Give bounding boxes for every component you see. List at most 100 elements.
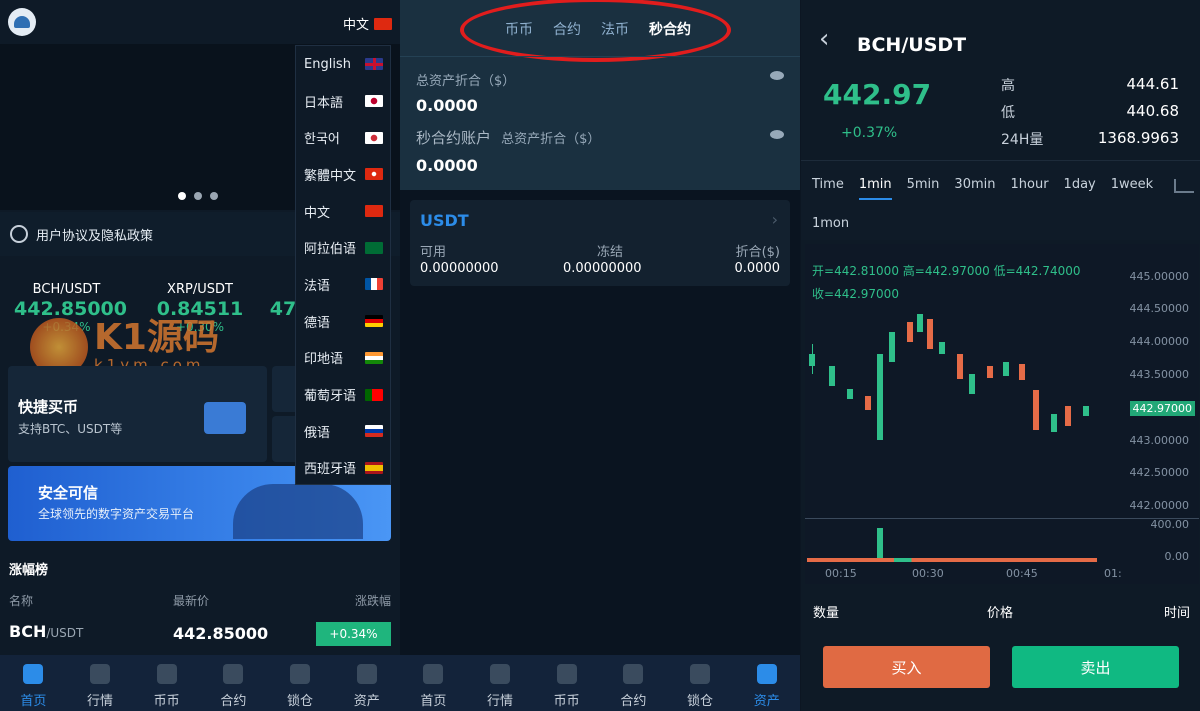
quick-buy-card[interactable]: 快捷买币 支持BTC、USDT等 (8, 366, 267, 462)
side-card-top[interactable] (272, 366, 296, 412)
lang-french[interactable]: 法语 (296, 266, 390, 303)
second-account-value: 0.0000 (416, 156, 478, 175)
gainers-row[interactable]: BCH/USDT 442.85000 +0.34% (9, 622, 391, 646)
home-panel: 中文 用户协议及隐私政策 BCH/USDT 442.85000 +0.34% X… (0, 0, 400, 711)
row-quote: /USDT (46, 626, 84, 640)
nav-home[interactable]: 首页 (0, 655, 67, 711)
tf-1day[interactable]: 1day (1064, 177, 1096, 200)
tf-1min[interactable]: 1min (858, 177, 892, 200)
indicator-icon[interactable] (1174, 179, 1194, 193)
ticker-third[interactable]: 47 (268, 298, 298, 320)
banner-dot[interactable] (194, 192, 202, 200)
lang-russian[interactable]: 俄语 (296, 413, 390, 450)
side-card-bottom[interactable] (272, 416, 296, 462)
volume-divider (805, 518, 1199, 519)
notice-text: 用户协议及隐私政策 (36, 228, 154, 244)
safe-title: 安全可信 (38, 484, 99, 502)
usdt-card[interactable]: USDT › 可用 冻结 折合($) 0.00000000 0.00000000… (410, 200, 790, 286)
exchange-icon (156, 664, 177, 684)
eye-icon[interactable] (770, 130, 784, 139)
nav-label: 锁仓 (287, 694, 314, 709)
nav-market[interactable]: 行情 (67, 655, 134, 711)
app-logo[interactable] (8, 8, 36, 36)
open-label: 开= (812, 264, 835, 278)
lang-traditional-chinese[interactable]: 繁體中文 (296, 156, 390, 193)
lang-label: English (304, 56, 351, 72)
header-divider (400, 56, 800, 57)
tf-1hour[interactable]: 1hour (1010, 177, 1048, 200)
gainers-col-change: 涨跌幅 (354, 594, 391, 608)
total-assets-label: 总资产折合（$） (416, 74, 516, 89)
nav-label: 币币 (153, 694, 180, 709)
lang-label: 한국어 (304, 132, 340, 148)
nav-contract[interactable]: 合约 (600, 655, 667, 711)
language-switch[interactable]: 中文 (343, 14, 392, 33)
nav-label: 首页 (420, 694, 447, 709)
eye-icon[interactable] (770, 71, 784, 80)
banner-dots[interactable] (178, 192, 218, 200)
low-label: 低= (993, 264, 1016, 278)
nav-assets[interactable]: 资产 (733, 655, 800, 711)
trades-header: 数量 价格 时间 (801, 596, 1200, 626)
available-value: 0.00000000 (420, 261, 499, 276)
candle (1083, 406, 1089, 416)
high-readout: 442.97000 (924, 264, 990, 278)
col-convert: 折合($) (735, 245, 780, 260)
nav-assets[interactable]: 资产 (333, 655, 400, 711)
nav-contract[interactable]: 合约 (200, 655, 267, 711)
bottom-nav: 首页 行情 币币 合约 锁仓 资产 (0, 655, 400, 711)
nav-home[interactable]: 首页 (400, 655, 467, 711)
bottom-nav: 首页 行情 币币 合约 锁仓 资产 (400, 655, 800, 711)
nav-lock[interactable]: 锁仓 (267, 655, 334, 711)
lang-arabic[interactable]: 阿拉伯语 (296, 229, 390, 266)
document-icon (623, 664, 644, 684)
tf-1mon[interactable]: 1mon (812, 216, 849, 231)
bitcoin-card-icon (204, 402, 246, 434)
candle (889, 332, 895, 362)
frozen-value: 0.00000000 (563, 261, 642, 276)
tf-1week[interactable]: 1week (1111, 177, 1153, 200)
quick-buy-title: 快捷买币 (18, 398, 79, 416)
nav-market[interactable]: 行情 (467, 655, 534, 711)
lang-chinese[interactable]: 中文 (296, 193, 390, 230)
second-account-sub: 总资产折合（$） (501, 132, 601, 147)
banner-dot-active[interactable] (178, 192, 186, 200)
lang-spanish[interactable]: 西班牙语 (296, 450, 390, 487)
sell-button[interactable]: 卖出 (1012, 646, 1179, 688)
lang-english[interactable]: English (296, 46, 390, 83)
lang-german[interactable]: 德语 (296, 303, 390, 340)
assets-panel: 币币 合约 法币 秒合约 总资产折合（$） 0.0000 秒合约账户 总资产折合… (400, 0, 800, 711)
india-flag-icon (365, 351, 383, 364)
red-highlight-ellipse (460, 0, 731, 62)
lang-label: 俄语 (304, 425, 331, 441)
x-tick: 01: (1104, 567, 1122, 580)
nav-lock[interactable]: 锁仓 (667, 655, 734, 711)
tf-time[interactable]: Time (812, 177, 844, 200)
lang-korean[interactable]: 한국어 (296, 119, 390, 156)
assets-header: 币币 合约 法币 秒合约 总资产折合（$） 0.0000 秒合约账户 总资产折合… (400, 0, 800, 190)
tf-30min[interactable]: 30min (954, 177, 995, 200)
ticker-pair: BCH/USDT (32, 282, 101, 297)
candle (877, 354, 883, 440)
usdt-title: USDT (420, 211, 469, 230)
lang-japanese[interactable]: 日本語 (296, 83, 390, 120)
tf-5min[interactable]: 5min (907, 177, 940, 200)
nav-spot[interactable]: 币币 (533, 655, 600, 711)
volume-bar (877, 528, 883, 562)
nav-spot[interactable]: 币币 (133, 655, 200, 711)
germany-flag-icon (365, 315, 383, 328)
back-button[interactable]: ‹ (819, 26, 829, 52)
russia-flag-icon (365, 425, 383, 438)
uk-flag-icon (365, 58, 383, 71)
lang-portuguese[interactable]: 葡萄牙语 (296, 376, 390, 413)
candle (907, 322, 913, 342)
buy-button[interactable]: 买入 (823, 646, 990, 688)
banner-dot[interactable] (210, 192, 218, 200)
kline-chart[interactable]: 开=442.81000 高=442.97000 低=442.74000 收=44… (805, 244, 1199, 584)
col-time: 时间 (1163, 606, 1190, 621)
low-value: 440.68 (1126, 102, 1180, 120)
high-value: 444.61 (1126, 75, 1180, 93)
second-account-title: 秒合约账户 (416, 129, 492, 147)
lang-hindi[interactable]: 印地语 (296, 340, 390, 377)
y-tick: 443.50000 (1129, 368, 1190, 381)
